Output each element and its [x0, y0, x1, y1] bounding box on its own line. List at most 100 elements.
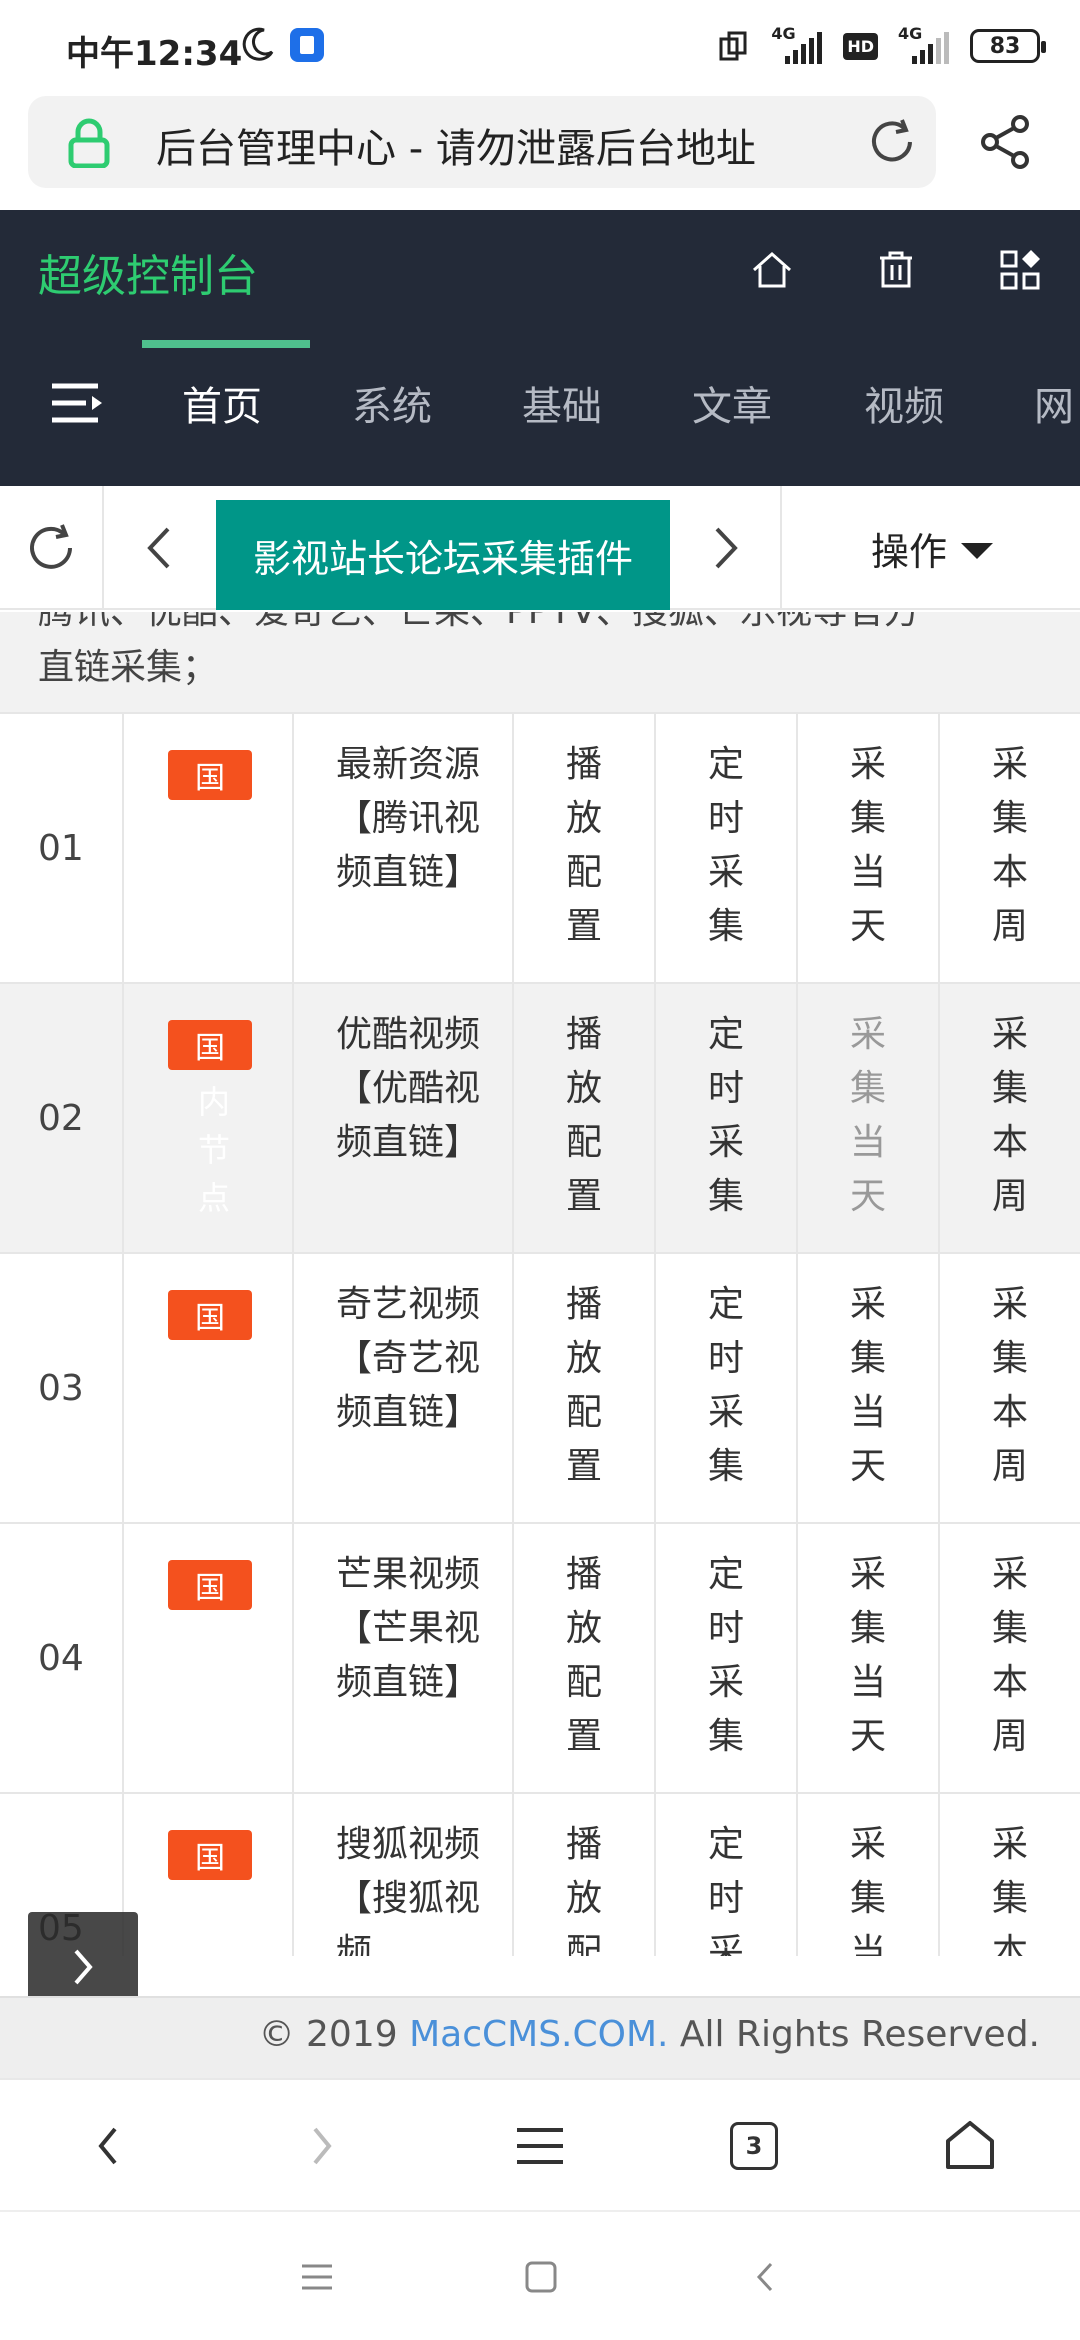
source-name: 奇艺视频【奇艺视频直链】 [336, 1284, 481, 1433]
row-number: 04 [38, 1638, 84, 1679]
scheduled-collect-link[interactable]: 定时采 [656, 1818, 796, 1956]
scheduled-collect-link[interactable]: 定时采集 [656, 1548, 796, 1764]
copyright-text: © 2019 MacCMS.COM. All Rights Reserved. [258, 2014, 1040, 2055]
content-area: 腾讯、优酷、爱奇艺、芒果、PPTV、搜狐、乐视等官方 直链采集； 01 国 最新… [0, 612, 1080, 1956]
scheduled-collect-link[interactable]: 定时采集 [656, 1008, 796, 1224]
system-back-button[interactable] [740, 2252, 790, 2302]
app-notification-icon [290, 28, 324, 62]
collect-today-link[interactable]: 采集当 [798, 1818, 938, 1956]
collect-today-link[interactable]: 采集当天 [798, 1278, 938, 1494]
source-name: 搜狐视频【搜狐视频 [336, 1824, 481, 1956]
play-config-link[interactable]: 播放配置 [514, 1548, 654, 1764]
operations-dropdown[interactable]: 操作 [784, 486, 1080, 610]
signal-icon-2: 4G [896, 24, 952, 66]
source-name: 最新资源【腾讯视频直链】 [336, 744, 481, 893]
tab-active[interactable]: 影视站长论坛采集插件 [216, 500, 670, 610]
chevron-left-icon [147, 527, 170, 569]
scheduled-collect-link[interactable]: 定时采集 [656, 738, 796, 954]
grid-apps-icon[interactable] [996, 246, 1044, 294]
table-row: 04 国 芒果视频【芒果视频直链】 播放配置 定时采集 采集当天 采集本周 [0, 1524, 1080, 1794]
page-title: 后台管理中心 - 请勿泄露后台地址 [156, 126, 756, 172]
domestic-badge: 国 [168, 1560, 252, 1610]
browser-back-button[interactable] [72, 2110, 144, 2182]
nav-active-indicator [142, 340, 310, 348]
play-config-link[interactable]: 播放配置 [514, 738, 654, 954]
domestic-badge: 国 [168, 1020, 252, 1070]
top-nav: 首页 系统 基础 文章 视频 网 [0, 340, 1080, 486]
tab-prev-button[interactable] [104, 486, 214, 610]
collect-week-link[interactable]: 采集本周 [940, 738, 1080, 954]
refresh-icon [30, 524, 72, 569]
table-row: 02 国 内节点 优酷视频【优酷视频直链】 播放配置 定时采集 采集当天 采集本… [0, 984, 1080, 1254]
hd-badge: HD [843, 32, 878, 60]
chevron-right-icon [74, 1949, 93, 1985]
maccms-link[interactable]: MacCMS.COM. [409, 2014, 668, 2055]
tab-next-button[interactable] [672, 486, 782, 610]
status-indicators: 4G HD 4G 83 [717, 24, 1046, 68]
play-config-link[interactable]: 播放配置 [514, 1278, 654, 1494]
tabs-count: 3 [730, 2122, 778, 2170]
home-icon[interactable] [748, 246, 796, 294]
share-icon[interactable] [976, 112, 1036, 172]
collect-week-link[interactable]: 采集本周 [940, 1548, 1080, 1764]
reload-icon[interactable] [866, 116, 918, 168]
square-icon [525, 2261, 557, 2293]
chevron-right-icon [313, 2127, 332, 2165]
description-line-2: 直链采集； [38, 647, 219, 688]
home-icon [946, 2121, 994, 2169]
domestic-badge: 国 [168, 1290, 252, 1340]
collect-week-link[interactable]: 采集本周 [940, 1278, 1080, 1494]
collect-today-link[interactable]: 采集当天 [798, 738, 938, 954]
lock-icon [68, 118, 110, 168]
row-number: 02 [38, 1098, 84, 1139]
row-number: 01 [38, 828, 84, 869]
domestic-badge: 国 [168, 750, 252, 800]
page-footer: © 2019 MacCMS.COM. All Rights Reserved. [0, 1996, 1080, 2078]
nav-articles[interactable]: 文章 [692, 374, 772, 432]
collect-today-link[interactable]: 采集当天 [798, 1548, 938, 1764]
nav-system[interactable]: 系统 [352, 374, 432, 432]
description-line-1: 腾讯、优酷、爱奇艺、芒果、PPTV、搜狐、乐视等官方 [38, 612, 920, 634]
screen-rotate-icon [719, 31, 747, 61]
chevron-left-icon [98, 2127, 117, 2165]
play-config-link[interactable]: 播放配置 [514, 1008, 654, 1224]
status-time: 中午12:34 [66, 34, 243, 74]
menu-toggle-icon[interactable] [50, 378, 106, 428]
status-bar: 中午12:34 4G HD 4G 83 [0, 0, 1080, 96]
hamburger-icon [517, 2128, 563, 2164]
back-icon [756, 2262, 773, 2292]
table-row: 01 国 最新资源【腾讯视频直链】 播放配置 定时采集 采集当天 采集本周 [0, 714, 1080, 984]
system-nav-bar [0, 2210, 1080, 2340]
signal-icon: 4G [769, 24, 825, 66]
refresh-tab-button[interactable] [0, 486, 104, 610]
table-row: 03 国 奇艺视频【奇艺视频直链】 播放配置 定时采集 采集当天 采集本周 [0, 1254, 1080, 1524]
nav-home[interactable]: 首页 [182, 374, 262, 432]
brand-title[interactable]: 超级控制台 [38, 240, 258, 304]
browser-menu-button[interactable] [504, 2110, 576, 2182]
recent-apps-button[interactable] [292, 2252, 342, 2302]
admin-header: 超级控制台 首页 系统 基础 文章 视频 网 [0, 210, 1080, 486]
collect-week-link[interactable]: 采集本周 [940, 1008, 1080, 1224]
nav-basic[interactable]: 基础 [522, 374, 602, 432]
url-field[interactable]: 后台管理中心 - 请勿泄露后台地址 [28, 96, 936, 188]
collect-week-link[interactable]: 采集本 [940, 1818, 1080, 1956]
nav-web[interactable]: 网 [1034, 374, 1074, 432]
browser-forward-button[interactable] [286, 2110, 358, 2182]
row-number: 03 [38, 1368, 84, 1409]
table-row: 05 国 搜狐视频【搜狐视频 播放配 定时采 采集当 采集本 [0, 1794, 1080, 1956]
scheduled-collect-link[interactable]: 定时采集 [656, 1278, 796, 1494]
collect-today-link[interactable]: 采集当天 [798, 1008, 938, 1224]
browser-tabs-button[interactable]: 3 [718, 2110, 790, 2182]
plugin-description: 腾讯、优酷、爱奇艺、芒果、PPTV、搜狐、乐视等官方 直链采集； [0, 612, 1080, 714]
play-config-link[interactable]: 播放配 [514, 1818, 654, 1956]
trash-icon[interactable] [872, 246, 920, 294]
menu-icon [302, 2264, 332, 2290]
browser-home-button[interactable] [934, 2110, 1006, 2182]
moon-icon [242, 27, 274, 61]
domestic-badge: 国 [168, 1830, 252, 1880]
badge-tooltip: 内节点 [197, 1083, 230, 1217]
caret-down-icon [961, 543, 993, 559]
nav-videos[interactable]: 视频 [864, 374, 944, 432]
system-home-button[interactable] [516, 2252, 566, 2302]
browser-toolbar: 3 [0, 2078, 1080, 2210]
